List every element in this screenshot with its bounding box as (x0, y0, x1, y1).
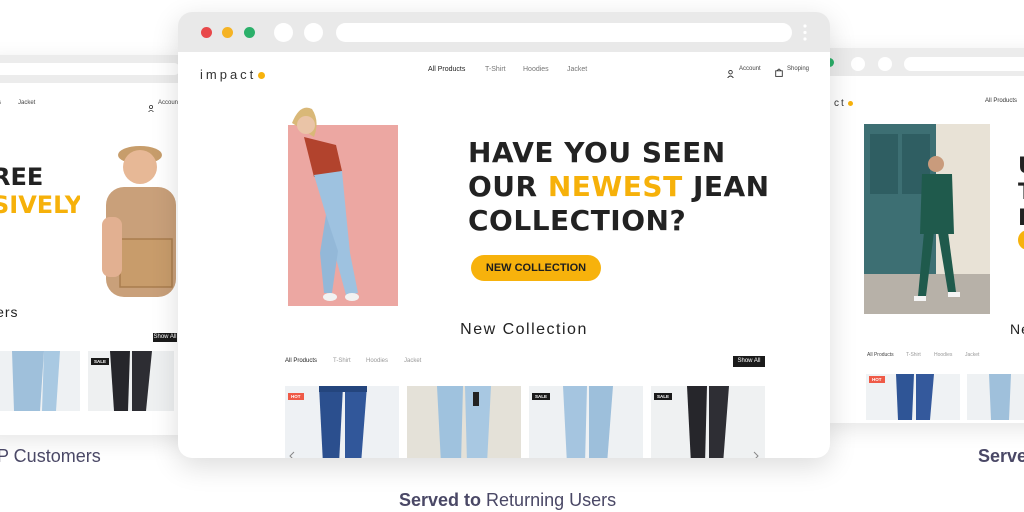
hero-headline-line3: COLLECTION? (468, 204, 687, 237)
hero-headline-line1: HAVE YOU SEEN (468, 136, 726, 169)
right-product-badge: HOT (869, 376, 885, 383)
minimize-window-button[interactable] (222, 27, 233, 38)
right-hero-letter-1: U (1018, 154, 1024, 179)
product-badge-sale-1: SALE (532, 393, 551, 400)
hero-headline-newest: NEWEST (547, 170, 683, 203)
more-options-icon[interactable] (803, 23, 807, 42)
right-cta-partial[interactable] (1018, 230, 1024, 250)
left-show-all-button[interactable]: Show All (153, 333, 177, 342)
right-filter-tshirt[interactable]: T-Shirt (906, 352, 921, 358)
shopping-link[interactable]: Shoping (787, 66, 809, 72)
account-link[interactable]: Account (739, 66, 761, 72)
close-window-button[interactable] (201, 27, 212, 38)
product-card-1[interactable]: HOT (285, 386, 399, 458)
left-product-badge: SALE (91, 358, 110, 365)
caption-center-bold: Served to (399, 490, 482, 510)
nav-tshirt[interactable]: T-Shirt (485, 66, 506, 73)
filter-tab-tshirt[interactable]: T-Shirt (333, 358, 351, 364)
account-icon[interactable] (148, 99, 154, 113)
maximize-window-button[interactable] (244, 27, 255, 38)
site-logo-text: impact (200, 67, 257, 82)
right-filter-jacket[interactable]: Jacket (965, 352, 979, 358)
section-title-new-collection: New Collection (460, 321, 588, 338)
right-browser-circle-1[interactable] (851, 57, 865, 71)
site-logo[interactable]: impact (200, 67, 266, 82)
right-product-card-2[interactable] (967, 374, 1024, 420)
site-logo-dot (258, 72, 266, 79)
right-hero-letter-3: F (1018, 206, 1024, 231)
browser-back-button[interactable] (274, 23, 293, 42)
nav-hoodies[interactable]: Hoodies (523, 66, 549, 73)
delivery-man-image (80, 127, 190, 312)
left-address-bar[interactable] (0, 63, 180, 75)
carousel-next-icon[interactable] (753, 448, 759, 458)
caption-center-rest: Returning Users (486, 490, 617, 510)
new-collection-button[interactable]: NEW COLLECTION (471, 255, 601, 281)
left-nav-item-hoodies[interactable]: lies (0, 100, 1, 106)
right-logo-text: ct (834, 98, 846, 109)
product-card-3[interactable]: SALE (529, 386, 643, 458)
hero-woman-jeans-image (286, 103, 398, 306)
caption-right: Serve (978, 446, 1024, 466)
left-hero-line2: SIVELY (0, 191, 83, 219)
shopping-bag-icon[interactable] (775, 64, 783, 77)
caption-center: Served to Returning Users (399, 490, 616, 511)
hero-headline-jean: JEAN (692, 170, 770, 203)
nav-all-products[interactable]: All Products (428, 66, 465, 73)
right-logo: ct (834, 98, 853, 109)
right-filter-all-products[interactable]: All Products (867, 352, 894, 358)
nav-jacket[interactable]: Jacket (567, 66, 587, 73)
browser-forward-button[interactable] (304, 23, 323, 42)
product-badge-sale-2: SALE (654, 393, 673, 400)
filter-tab-all-products[interactable]: All Products (285, 358, 317, 364)
carousel-prev-icon[interactable] (289, 448, 295, 458)
right-browser-window: ct All Products U T F Ne All Products T-… (820, 48, 1024, 423)
left-section-title: lers (0, 304, 19, 320)
right-browser-circle-2[interactable] (878, 57, 892, 71)
right-address-bar[interactable] (904, 57, 1024, 71)
caption-left: P Customers (0, 446, 101, 466)
left-account-label[interactable]: Account (158, 100, 180, 106)
main-browser-window: impact All Products T-Shirt Hoodies Jack… (178, 12, 830, 458)
hero-headline-line2: OUR NEWEST JEAN (468, 170, 770, 204)
green-suit-man-image (864, 124, 990, 314)
left-product-card-2[interactable]: SALE (88, 351, 174, 411)
right-nav-all-products[interactable]: All Products (985, 98, 1017, 104)
filter-tab-hoodies[interactable]: Hoodies (366, 358, 388, 364)
hero-headline-our: OUR (468, 170, 538, 203)
left-hero-headline: REE SIVELY (0, 163, 82, 219)
right-filter-hoodies[interactable]: Hoodies (934, 352, 952, 358)
left-nav-item-jacket[interactable]: Jacket (18, 100, 35, 106)
product-card-4[interactable]: SALE (651, 386, 765, 458)
product-card-2[interactable] (407, 386, 521, 458)
filter-tab-jacket[interactable]: Jacket (404, 358, 421, 364)
main-address-bar[interactable] (336, 23, 792, 42)
left-hero-line1: REE (0, 163, 44, 191)
right-section-title: Ne (1010, 321, 1024, 337)
right-product-card-1[interactable]: HOT (866, 374, 960, 420)
account-icon[interactable] (727, 65, 734, 79)
product-badge-hot: HOT (288, 393, 304, 400)
hero-headline: HAVE YOU SEEN OUR NEWEST JEAN COLLECTION… (468, 136, 770, 238)
left-product-card-1[interactable] (0, 351, 80, 411)
left-browser-window: lies Jacket Account REE SIVELY lers Show… (0, 55, 190, 435)
right-hero-letter-2: T (1018, 180, 1024, 205)
right-logo-dot (847, 101, 853, 106)
show-all-button[interactable]: Show All (733, 356, 765, 367)
